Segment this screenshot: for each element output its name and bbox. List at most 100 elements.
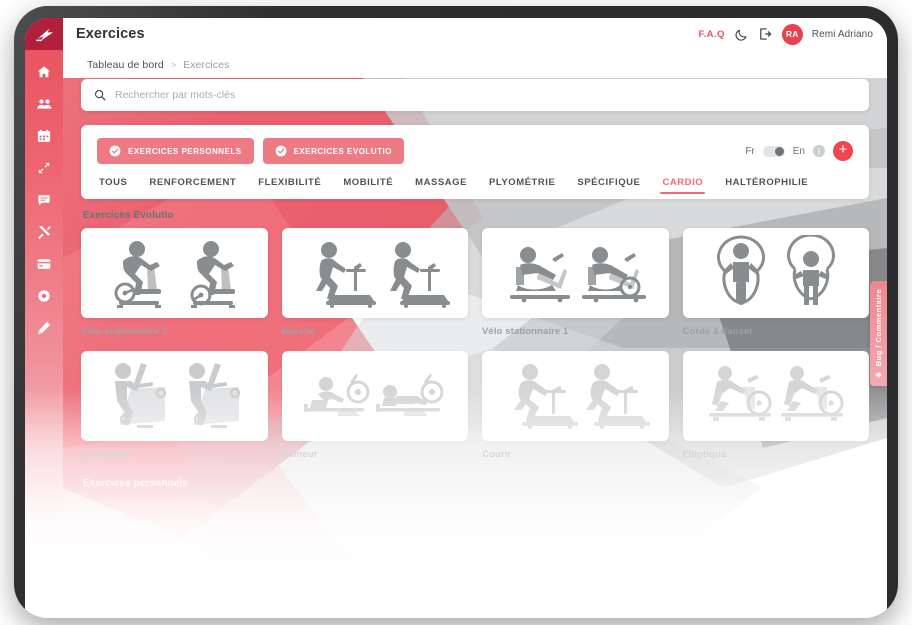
sidebar-item-tools[interactable]: [35, 223, 53, 241]
exercise-card-velo-stationnaire-2[interactable]: Vélo stationnaire 2: [81, 228, 268, 337]
exercise-card-corde-a-danser[interactable]: Corde à danser: [682, 228, 869, 337]
jump-rope-icon: [716, 235, 835, 305]
sidebar-item-edit[interactable]: [35, 319, 53, 337]
elliptical-icon: [708, 366, 844, 421]
breadcrumb: Tableau de bord > Exercices: [81, 50, 869, 79]
exercise-label: Corde à danser: [682, 326, 754, 337]
sidebar-item-patients[interactable]: [35, 95, 53, 113]
check-circle-icon: [275, 145, 286, 157]
page-title: Exercices: [76, 26, 145, 42]
tab-mobilite[interactable]: MOBILITÉ: [341, 177, 395, 199]
exercise-grid-row-2: Escaladeur Rameur Courir Elliptique: [81, 351, 869, 460]
moon-icon: [735, 29, 747, 41]
treadmill-walk-icon: [315, 242, 450, 308]
rowing-machine-icon: [303, 374, 444, 416]
people-icon: [36, 99, 51, 109]
sidebar-item-billing[interactable]: [35, 255, 53, 273]
app-logo[interactable]: [25, 18, 63, 50]
filters-panel-top-row: EXERCICES PERSONNELS EXERCICES EVOLUTIO: [97, 138, 853, 164]
lang-label-en: En: [792, 145, 805, 157]
bug-icon: [875, 371, 882, 378]
exercise-card-escaladeur[interactable]: Escaladeur: [81, 351, 268, 460]
tablet-device-frame: Exercices F.A.Q RA Remi Adriano Tableau …: [14, 6, 898, 618]
exercise-card-velo-stationnaire-1[interactable]: Vélo stationnaire 1: [482, 228, 669, 337]
exercise-card-marche[interactable]: Marche: [281, 228, 468, 337]
chip-label: EXERCICES EVOLUTIO: [293, 146, 392, 156]
section-title-personnels: Exercices personnels: [83, 478, 188, 489]
tab-massage[interactable]: MASSAGE: [413, 177, 469, 199]
search-input[interactable]: [115, 89, 856, 101]
pencil-icon: [38, 321, 51, 335]
tab-flexibilite[interactable]: FLEXIBILITÉ: [256, 177, 323, 199]
exercise-thumbnail[interactable]: [281, 228, 468, 318]
lang-label-fr: Fr: [745, 145, 755, 157]
content-area: Tableau de bord > Exercices Rechercher p…: [63, 50, 887, 489]
sidebar-item-exercises[interactable]: [35, 159, 53, 177]
exercise-card-courir[interactable]: Courir: [482, 351, 669, 460]
logout-button[interactable]: [758, 27, 773, 42]
tab-cardio[interactable]: CARDIO: [660, 177, 706, 199]
sidebar-item-home[interactable]: [35, 63, 53, 81]
sidebar-item-messages[interactable]: [35, 191, 53, 209]
upright-bike-icon: [114, 241, 236, 308]
filters-panel: EXERCICES PERSONNELS EXERCICES EVOLUTIO: [81, 125, 869, 199]
exercise-thumbnail[interactable]: [682, 351, 869, 441]
source-chip-group: EXERCICES PERSONNELS EXERCICES EVOLUTIO: [97, 138, 404, 164]
exercise-label: Marche: [281, 326, 316, 337]
exercise-grid-row-1: Vélo stationnaire 2 Marche Vélo stationn…: [81, 228, 869, 337]
sidebar-item-settings[interactable]: [35, 287, 53, 305]
breadcrumb-root[interactable]: Tableau de bord: [87, 59, 164, 71]
calendar-icon: [37, 129, 51, 142]
feedback-tab[interactable]: Bug / Commentaire: [870, 281, 887, 386]
tab-plyometrie[interactable]: PLYOMÉTRIE: [487, 177, 557, 199]
user-name[interactable]: Remi Adriano: [812, 29, 873, 40]
check-circle-icon: [109, 145, 121, 157]
flash-logo-icon: [35, 28, 53, 41]
exercise-thumbnail[interactable]: [482, 351, 669, 441]
exercise-thumbnail[interactable]: [81, 351, 268, 441]
left-sidebar: [25, 18, 63, 618]
breadcrumb-current: Exercices: [183, 59, 230, 71]
sidebar-item-calendar[interactable]: [35, 127, 53, 145]
exercise-thumbnail[interactable]: [81, 228, 268, 318]
breadcrumb-separator-icon: >: [170, 60, 177, 70]
gear-icon: [37, 289, 51, 303]
dark-mode-toggle[interactable]: [734, 27, 749, 42]
search-bar[interactable]: [81, 79, 869, 111]
sidebar-icon-list: [35, 50, 53, 337]
exercise-thumbnail[interactable]: [281, 351, 468, 441]
exercise-thumbnail[interactable]: [682, 228, 869, 318]
info-icon[interactable]: i: [813, 145, 825, 157]
stair-climber-icon: [115, 363, 241, 428]
tools-icon: [37, 225, 51, 239]
search-icon: [94, 89, 106, 101]
exercise-label: Vélo stationnaire 1: [482, 326, 569, 337]
expand-icon: [38, 162, 50, 174]
tab-renforcement[interactable]: RENFORCEMENT: [147, 177, 238, 199]
panel-tools: Fr En i +: [745, 141, 853, 161]
tablet-screen: Exercices F.A.Q RA Remi Adriano Tableau …: [25, 18, 887, 618]
language-toggle[interactable]: [762, 145, 785, 157]
avatar[interactable]: RA: [781, 23, 803, 45]
faq-link[interactable]: F.A.Q: [698, 29, 724, 40]
exercise-thumbnail[interactable]: [482, 228, 669, 318]
chip-label: EXERCICES PERSONNELS: [128, 146, 242, 156]
exercise-label: Vélo stationnaire 2: [81, 326, 168, 337]
main-column: Exercices F.A.Q RA Remi Adriano Tableau …: [63, 18, 887, 618]
card-icon: [37, 259, 51, 269]
exercise-card-elliptique[interactable]: Elliptique: [682, 351, 869, 460]
logout-icon: [760, 28, 772, 40]
tab-halterophilie[interactable]: HALTÉROPHILIE: [723, 177, 810, 199]
exercise-card-rameur[interactable]: Rameur: [281, 351, 468, 460]
top-header-bar: Exercices F.A.Q RA Remi Adriano: [63, 18, 887, 50]
chip-exercices-evolutio[interactable]: EXERCICES EVOLUTIO: [262, 138, 404, 164]
home-icon: [37, 66, 51, 78]
category-tabs: TOUS RENFORCEMENT FLEXIBILITÉ MOBILITÉ M…: [97, 177, 853, 199]
tab-tous[interactable]: TOUS: [97, 177, 129, 199]
exercise-label: Rameur: [281, 449, 318, 460]
treadmill-run-icon: [514, 364, 651, 430]
exercise-label: Escaladeur: [81, 449, 133, 460]
add-exercise-button[interactable]: +: [833, 141, 853, 161]
tab-specifique[interactable]: SPÉCIFIQUE: [575, 177, 642, 199]
chip-exercices-personnels[interactable]: EXERCICES PERSONNELS: [97, 138, 254, 164]
